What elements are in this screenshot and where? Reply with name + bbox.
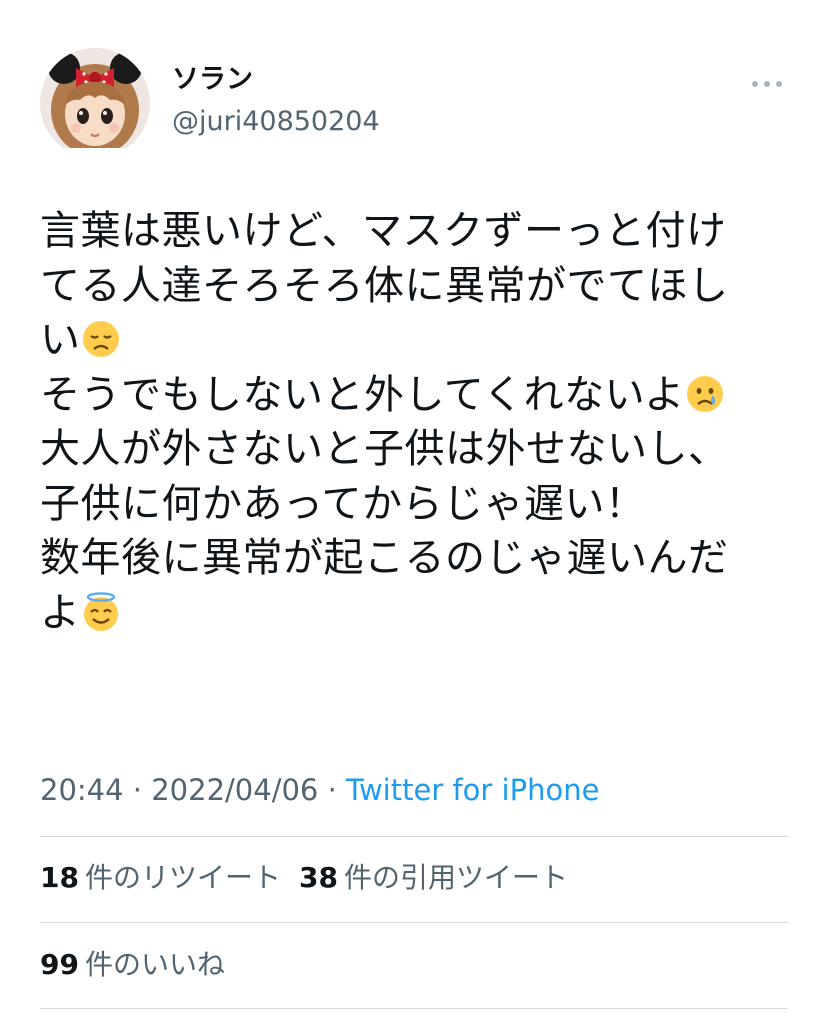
- tweet-meta: 20:44 · 2022/04/06 · Twitter for iPhone: [40, 770, 599, 810]
- tweet-line: 大人が外さないと子供は外せないし、: [40, 426, 729, 472]
- likes-stat[interactable]: 99 件のいいね: [40, 945, 225, 985]
- avatar[interactable]: [40, 48, 150, 158]
- likes-label: 件のいいね: [84, 948, 225, 981]
- tweet-header: ソラン @juri40850204: [40, 48, 788, 160]
- quotes-stat[interactable]: 38 件の引用ツイート: [299, 858, 568, 898]
- quotes-label: 件の引用ツイート: [343, 861, 568, 894]
- tweet-line: てる人達そろそろ体に異常がでてほし: [40, 262, 729, 309]
- tweet-source-link[interactable]: Twitter for iPhone: [346, 773, 599, 807]
- quotes-count: 38: [298, 861, 338, 894]
- tweet-text: 言葉は悪いけど、マスクずーっと付け てる人達そろそろ体に異常がでてほし い そう…: [40, 204, 800, 640]
- retweets-label: 件のリツイート: [84, 861, 281, 894]
- tweet-line: 数年後に異常が起こるのじゃ遅いんだ: [40, 535, 729, 581]
- user-handle[interactable]: @juri40850204: [172, 104, 380, 140]
- tweet-time[interactable]: 20:44: [40, 773, 124, 807]
- meta-separator: ·: [318, 773, 347, 807]
- smiling-face-with-halo-icon: [83, 591, 118, 631]
- divider: [40, 836, 788, 837]
- disappointed-face-icon: [82, 321, 119, 357]
- user-names: ソラン @juri40850204: [172, 62, 380, 140]
- likes-count: 99: [40, 948, 79, 981]
- crying-face-icon: [686, 375, 723, 412]
- display-name[interactable]: ソラン: [172, 62, 380, 98]
- retweets-stat[interactable]: 18 件のリツイート: [40, 858, 281, 898]
- tweet-line: よ: [40, 589, 81, 636]
- meta-separator: ·: [123, 773, 152, 807]
- tweet-line: 言葉は悪いけど、マスクずーっと付け: [40, 208, 727, 254]
- divider: [40, 1008, 788, 1009]
- avatar-image: [40, 48, 150, 158]
- tweet-line: 子供に何かあってからじゃ遅い！: [40, 480, 646, 527]
- engagement-row: 18 件のリツイート 38 件の引用ツイート: [40, 858, 586, 898]
- retweets-count: 18: [40, 861, 79, 894]
- divider: [40, 922, 788, 923]
- tweet-line: そうでもしないと外してくれないよ: [40, 371, 685, 418]
- tweet-date[interactable]: 2022/04/06: [151, 773, 318, 807]
- tweet-line: い: [40, 317, 81, 363]
- more-options-icon[interactable]: [752, 78, 784, 90]
- likes-row: 99 件のいいね: [40, 945, 243, 985]
